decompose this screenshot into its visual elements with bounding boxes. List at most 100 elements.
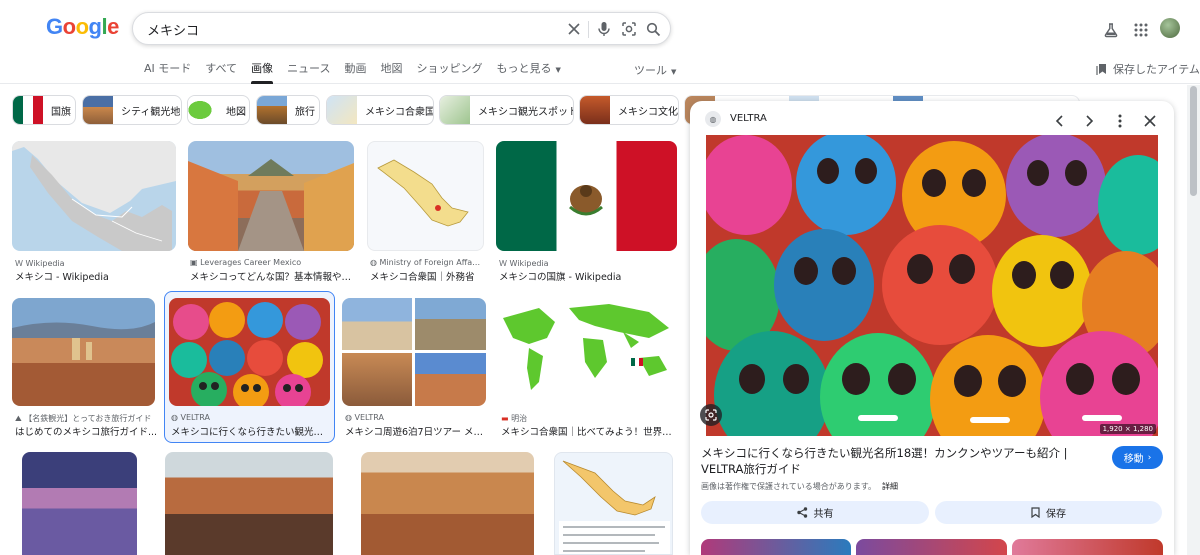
search-icon[interactable] [644,20,662,38]
account-avatar[interactable] [1160,18,1180,38]
details-link[interactable]: 詳細 [882,482,898,491]
next-chevron-icon[interactable] [1079,110,1101,132]
tab-more-label: もっと見る [496,62,552,75]
result-image-tour-collage[interactable] [342,298,486,406]
more-vertical-icon[interactable] [1109,110,1131,132]
search-divider [588,21,589,38]
chip-thumbnail [188,96,218,124]
chip-thumbnail [83,96,113,124]
result-image-country-data-map[interactable] [554,452,673,555]
save-button[interactable]: 保存 [935,501,1162,524]
result-image-catrina-figures[interactable] [165,452,333,555]
panel-title[interactable]: メキシコに行くなら行きたい観光名所18選！カンクンやツアーも紹介 | VELTR… [701,445,1081,477]
tab-ai-mode[interactable]: AI モード [144,62,191,82]
chip-thumbnail [327,96,357,124]
related-image[interactable] [701,539,851,555]
result-image-palace-night[interactable] [22,452,137,555]
lens-icon[interactable] [620,20,638,38]
related-image[interactable] [856,539,1007,555]
result-image-mofa-map[interactable] [367,141,484,251]
chip-label: 地図 [226,106,246,118]
tools-button[interactable]: ツール ▼ [634,62,676,78]
clear-icon[interactable] [565,20,583,38]
wikipedia-icon: Ｗ [499,259,510,268]
tab-all[interactable]: すべて [205,62,237,82]
page: { "logo": {"letters": ["G","o","o","g","… [0,0,1200,555]
chip-city-sightseeing[interactable]: シティ観光地 [82,95,182,125]
result-source: ◍ VELTRA [345,413,485,422]
result-source: ▣ Leverages Career Mexico [190,258,350,267]
result-title[interactable]: はじめてのメキシコ旅行ガイド... [15,424,160,438]
google-logo[interactable]: Google [46,14,119,40]
chip-united-mexican-states[interactable]: メキシコ合衆国 [326,95,434,125]
coat-of-arms-icon [569,185,603,216]
city-illustration [12,322,155,360]
image-dimensions: 1,920 × 1,280 [1099,424,1156,434]
microphone-icon[interactable] [595,20,613,38]
scrollbar-thumb[interactable] [1190,86,1197,196]
tab-more[interactable]: もっと見る ▼ [497,62,561,82]
visit-label: 移動 [1123,454,1144,465]
tab-maps[interactable]: 地図 [381,62,403,82]
result-image-city-rooftops[interactable] [361,452,534,555]
wikipedia-icon: Ｗ [15,259,26,268]
search-box [132,12,671,45]
source-favicon-icon: ▣ [190,258,201,267]
share-icon [796,507,807,518]
chip-thumbnail [13,96,43,124]
caret-down-icon: ▼ [555,66,561,74]
result-image-aerial-city[interactable] [12,298,155,406]
result-title[interactable]: メキシコ周遊6泊7日ツアー メキ... [345,424,485,438]
result-source-label: VELTRA [180,413,211,422]
result-title[interactable]: メキシコに行くなら行きたい観光名... [171,424,329,438]
result-image-flag[interactable] [496,141,677,251]
preview-image[interactable]: 1,920 × 1,280 [706,135,1158,436]
chevron-right-icon: › [1147,452,1152,463]
source-favicon-icon: ⛰ [15,414,25,423]
result-source-label: Ministry of Foreign Affairs ... [379,258,482,267]
result-source-label: Wikipedia [25,259,65,268]
tab-videos[interactable]: 動画 [345,62,367,82]
copyright-notice: 画像は著作権で保護されている場合があります。 詳細 [701,481,898,492]
result-image-map-mexico[interactable] [12,141,176,251]
sugar-skulls-illustration [706,135,1158,436]
collage-tile [415,353,486,406]
tab-shopping[interactable]: ショッピング [417,62,483,82]
chip-mexico-sightseeing-spots[interactable]: メキシコ観光スポット [439,95,574,125]
image-preview-panel: ◍ VELTRA 1,920 × 1,280 メキシコに行くなら行きたい観光名所… [690,101,1174,555]
collage-tile [342,298,412,350]
save-label: 保存 [1046,509,1066,520]
result-title[interactable]: メキシコの国旗 - Wikipedia [499,269,675,283]
tab-images[interactable]: 画像 [251,62,274,84]
labs-flask-icon[interactable] [1101,20,1121,40]
apps-grid-icon[interactable] [1131,20,1151,40]
result-image-world-map[interactable] [499,298,677,406]
map-illustration [559,460,670,554]
related-image[interactable] [1012,539,1163,555]
chip-flag[interactable]: 国旗 [12,95,76,125]
result-title[interactable]: メキシコ - Wikipedia [15,269,175,283]
collage-tile [342,353,412,406]
chip-map[interactable]: 地図 [187,95,250,125]
result-image-street[interactable] [188,141,354,251]
result-title[interactable]: メキシコ合衆国｜比べてみよう！世界の... [501,424,677,438]
result-title[interactable]: メキシコってどんな国？基本情報や国... [190,269,352,283]
chip-travel[interactable]: 旅行 [256,95,320,125]
search-input[interactable] [147,19,547,39]
panel-source[interactable]: VELTRA [730,113,767,124]
close-icon[interactable] [1139,110,1161,132]
result-source-label: 【名鉄観光】とっておき旅行ガイド [24,414,152,423]
bookmark-icon [1031,507,1040,518]
result-source: ◍ VELTRA [171,413,329,422]
result-title[interactable]: メキシコ合衆国｜外務省 [370,269,484,283]
previous-chevron-icon[interactable] [1048,110,1070,132]
saved-items-button[interactable]: 保存したアイテム [1096,61,1200,77]
tab-news[interactable]: ニュース [287,62,330,82]
visit-button[interactable]: 移動 › [1112,446,1163,469]
share-button[interactable]: 共有 [701,501,929,524]
result-image-sugar-skulls[interactable] [169,298,330,406]
visual-search-lens-icon[interactable] [700,404,722,426]
chip-thumbnail [580,96,610,124]
chip-mexico-culture[interactable]: メキシコ文化 [579,95,679,125]
chip-label: メキシコ観光スポット [478,106,574,118]
